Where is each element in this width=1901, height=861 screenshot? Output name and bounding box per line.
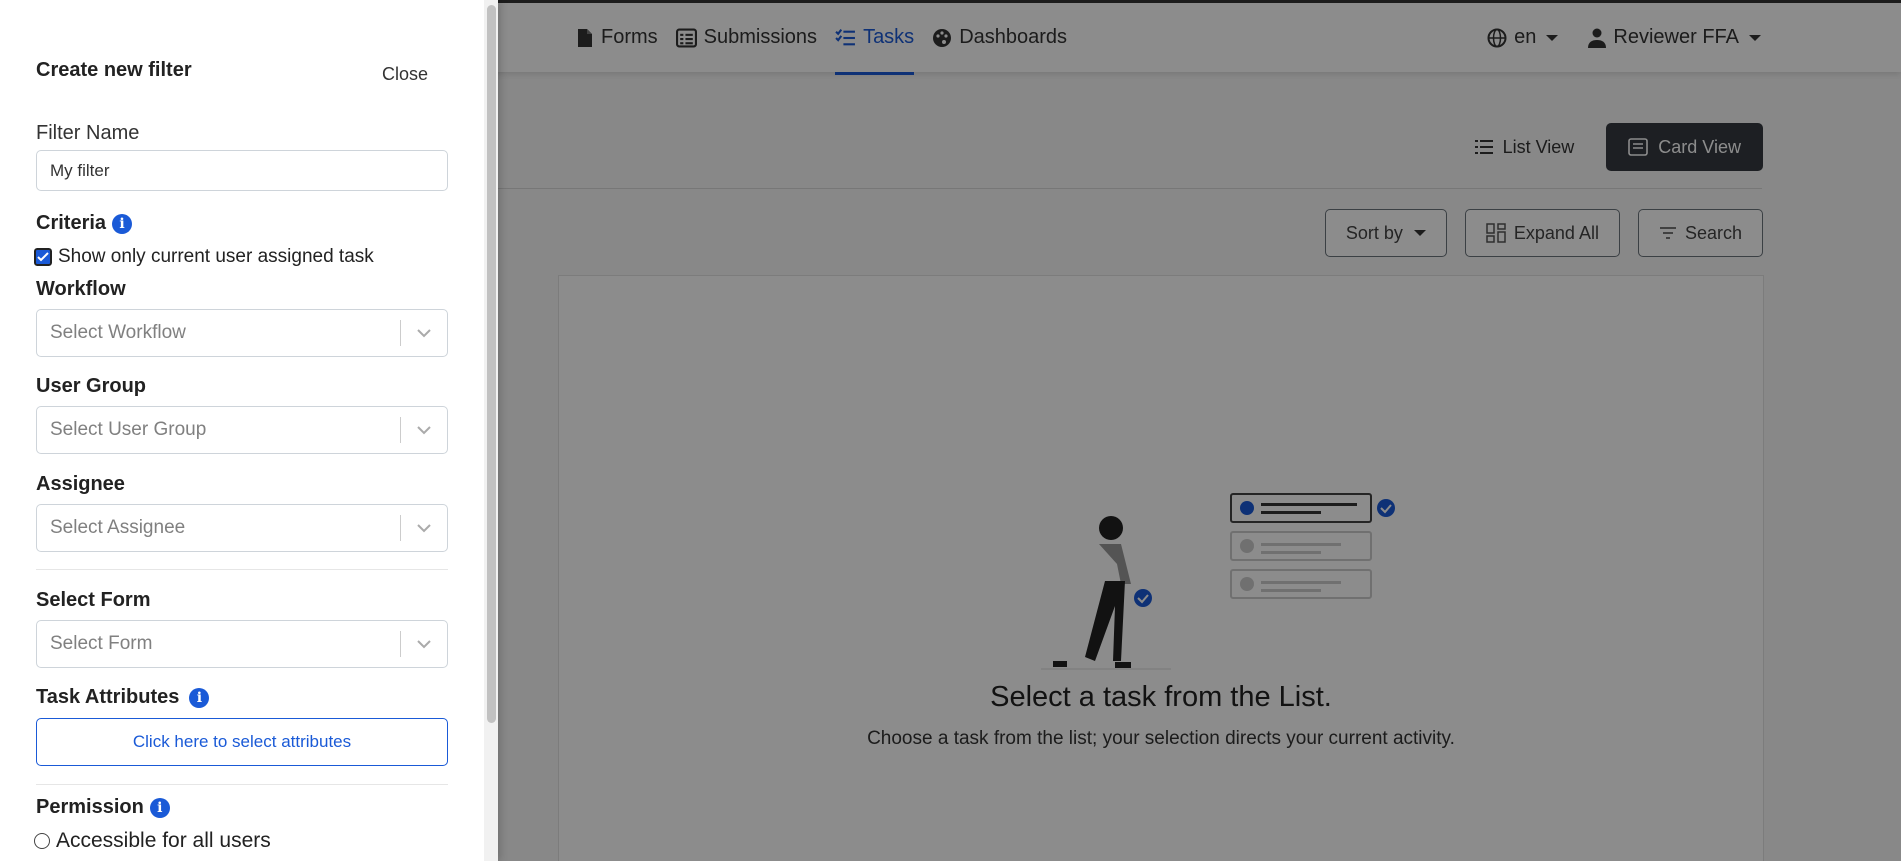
select-form-label: Select Form xyxy=(36,589,151,611)
filter-name-value: My filter xyxy=(50,160,110,180)
panel-scrollbar[interactable] xyxy=(484,0,498,861)
assigned-task-label: Show only current user assigned task xyxy=(58,246,374,267)
create-filter-panel: Create new filter Close Filter Name My f… xyxy=(0,0,498,861)
permission-label: Permission xyxy=(36,796,144,818)
assignee-label: Assignee xyxy=(36,473,125,495)
user-group-label: User Group xyxy=(36,375,147,397)
user-group-placeholder: Select User Group xyxy=(50,419,207,440)
info-icon[interactable]: i xyxy=(189,687,210,708)
form-select[interactable]: Select Form xyxy=(36,620,448,668)
panel-title: Create new filter xyxy=(36,59,192,81)
permission-option-label: Accessible for all users xyxy=(56,829,271,852)
permission-all-users-option[interactable]: Accessible for all users xyxy=(34,829,271,853)
criteria-label: Criteria xyxy=(36,212,107,234)
workflow-placeholder: Select Workflow xyxy=(50,322,186,343)
section-divider xyxy=(36,569,448,570)
form-placeholder: Select Form xyxy=(50,633,153,654)
workflow-label: Workflow xyxy=(36,278,126,300)
permission-radio[interactable] xyxy=(34,833,50,849)
assigned-task-checkbox[interactable] xyxy=(33,247,53,267)
assignee-select[interactable]: Select Assignee xyxy=(36,504,448,552)
permission-heading: Permission i xyxy=(36,796,170,819)
chevron-down-icon xyxy=(401,523,447,533)
criteria-heading: Criteria i xyxy=(36,212,133,235)
chevron-down-icon xyxy=(401,425,447,435)
info-icon[interactable]: i xyxy=(112,213,133,234)
assigned-task-checkbox-row[interactable]: Show only current user assigned task xyxy=(33,246,374,268)
info-icon[interactable]: i xyxy=(149,797,170,818)
chevron-down-icon xyxy=(401,639,447,649)
scrollbar-thumb[interactable] xyxy=(487,5,496,723)
assignee-placeholder: Select Assignee xyxy=(50,517,186,538)
filter-name-label: Filter Name xyxy=(36,122,140,144)
user-group-select[interactable]: Select User Group xyxy=(36,406,448,454)
workflow-select[interactable]: Select Workflow xyxy=(36,309,448,357)
task-attributes-heading: Task Attributes i xyxy=(36,686,210,709)
checkmark-icon xyxy=(37,252,49,262)
section-divider xyxy=(36,784,448,785)
chevron-down-icon xyxy=(401,328,447,338)
filter-name-input[interactable]: My filter xyxy=(36,150,448,191)
close-button[interactable]: Close xyxy=(382,64,428,85)
task-attributes-label: Task Attributes xyxy=(36,686,180,708)
select-attributes-button[interactable]: Click here to select attributes xyxy=(36,718,448,766)
